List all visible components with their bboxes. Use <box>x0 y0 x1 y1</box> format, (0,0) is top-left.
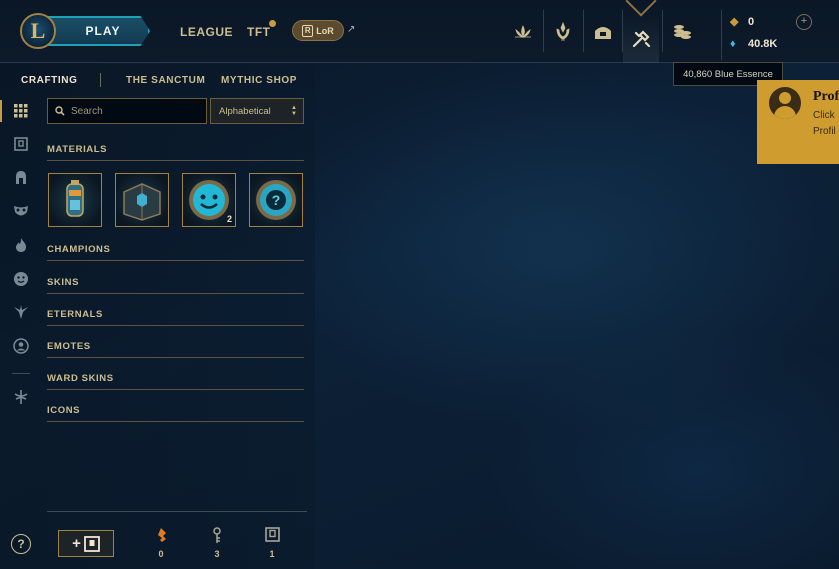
section-champions[interactable]: CHAMPIONS <box>47 244 304 261</box>
blue-essence[interactable]: ♦ 40.8K <box>730 38 777 50</box>
svg-text:?: ? <box>272 192 281 208</box>
grid-icon[interactable] <box>10 100 32 122</box>
profile-notification-card[interactable]: Prof Click Profil <box>757 80 839 164</box>
chest-icon[interactable] <box>10 133 32 155</box>
add-rp-button[interactable]: + <box>796 14 812 30</box>
nav-tft[interactable]: TFT <box>247 25 271 39</box>
orange-essence-icon <box>151 527 171 545</box>
tft-notification-dot <box>269 20 276 27</box>
tab-the-sanctum[interactable]: THE SANCTUM <box>126 75 205 86</box>
missions-icon[interactable] <box>545 14 581 50</box>
champion-helmet-icon[interactable] <box>10 167 32 189</box>
chest-icon <box>83 535 100 552</box>
profile-card-title: Prof <box>813 89 839 104</box>
hextech-chest-icon <box>123 183 161 221</box>
ward-icon[interactable] <box>10 301 32 323</box>
subnav-divider <box>100 73 101 87</box>
flame-icon[interactable] <box>10 234 32 256</box>
currency-panel: ◆ 0 + ♦ 40.8K <box>721 10 815 60</box>
search-field[interactable] <box>47 98 207 124</box>
section-emotes[interactable]: EMOTES <box>47 341 304 358</box>
eternals-icon[interactable] <box>10 386 32 408</box>
capsule-icon <box>66 180 84 217</box>
material-mystery-orb[interactable]: ? <box>249 173 303 227</box>
tab-mythic-shop[interactable]: MYTHIC SHOP <box>221 75 297 86</box>
keys: 3 <box>207 527 227 559</box>
orange-essence: 0 <box>151 527 171 559</box>
top-divider <box>583 10 584 52</box>
profile-card-line: Click <box>813 110 835 121</box>
section-ward-skins[interactable]: WARD SKINS <box>47 373 304 390</box>
material-emote-orb[interactable]: 2 <box>182 173 236 227</box>
profile-icon-icon[interactable] <box>10 335 32 357</box>
section-skins[interactable]: SKINS <box>47 277 304 294</box>
rail-divider <box>12 373 30 374</box>
league-logo-icon[interactable]: L <box>20 13 56 49</box>
collection-icon[interactable] <box>585 14 621 50</box>
top-divider <box>543 10 544 52</box>
riot-points-icon: ◆ <box>730 16 739 28</box>
nav-lor[interactable]: R LoR <box>292 20 344 41</box>
sort-selected-label: Alphabetical <box>219 105 271 117</box>
mystery-orb-icon: ? <box>256 180 296 220</box>
rail-active-indicator <box>0 100 2 122</box>
section-icons[interactable]: ICONS <box>47 405 304 422</box>
search-input[interactable] <box>71 105 201 117</box>
blue-essence-value: 40.8K <box>748 38 778 50</box>
sort-dropdown[interactable]: Alphabetical ▲ ▼ <box>210 98 304 124</box>
mask-icon[interactable] <box>10 200 32 222</box>
nav-league[interactable]: LEAGUE <box>180 25 233 39</box>
key-icon <box>207 527 227 545</box>
material-capsule[interactable] <box>48 173 102 227</box>
purchase-chest-button[interactable]: + <box>58 530 114 557</box>
top-navigation-bar: PLAY L LEAGUE TFT R LoR ↗ ◆ 0 + ♦ 40.8K <box>0 0 839 63</box>
help-button[interactable]: ? <box>11 534 31 554</box>
tab-crafting[interactable]: CRAFTING <box>21 75 77 86</box>
blue-essence-icon: ♦ <box>730 38 736 50</box>
crafting-icon[interactable] <box>623 14 659 63</box>
material-hextech-chest[interactable] <box>115 173 169 227</box>
plus-icon: + <box>72 535 81 552</box>
play-button[interactable]: PLAY <box>46 16 150 46</box>
chests: 1 <box>262 527 282 559</box>
top-divider <box>662 10 663 52</box>
lor-icon: R <box>302 24 314 37</box>
loot-lotus-icon[interactable] <box>505 14 541 50</box>
riot-points-value: 0 <box>748 16 755 28</box>
key-count: 3 <box>214 549 220 559</box>
riot-points[interactable]: ◆ 0 <box>730 16 754 28</box>
chest-icon <box>262 527 282 545</box>
material-count: 2 <box>226 214 232 224</box>
section-eternals[interactable]: ETERNALS <box>47 309 304 326</box>
sort-arrows-icon: ▲ ▼ <box>291 105 297 117</box>
emote-face-icon[interactable] <box>10 268 32 290</box>
profile-card-line: Profil <box>813 126 836 137</box>
section-materials[interactable]: MATERIALS <box>47 144 304 161</box>
orange-essence-count: 0 <box>158 549 164 559</box>
store-coins-icon[interactable] <box>664 14 700 50</box>
profile-avatar-icon <box>769 87 801 119</box>
lor-label: LoR <box>316 25 334 36</box>
chest-count: 1 <box>269 549 275 559</box>
search-icon <box>55 106 65 116</box>
bottom-divider <box>47 511 307 512</box>
external-link-icon: ↗ <box>347 24 356 35</box>
